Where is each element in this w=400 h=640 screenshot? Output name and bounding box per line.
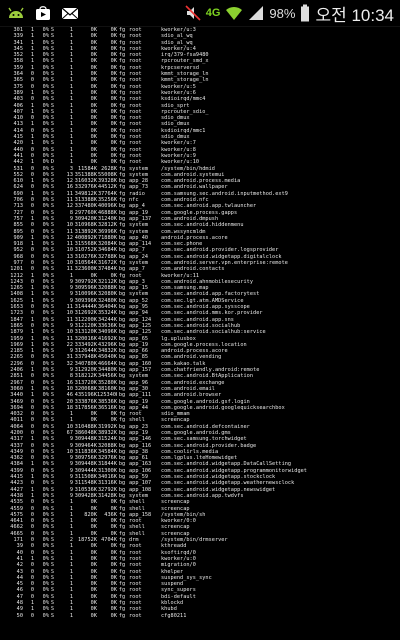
status-bar: 4G 98% 오전 10:34 <box>0 0 400 27</box>
process-pid: 50 <box>16 612 23 619</box>
process-row: 50 0 0% S 1 0K 0K fg root cfg80211 <box>2 613 398 619</box>
process-uid: root <box>129 612 142 619</box>
android-debug-icon <box>6 5 26 21</box>
nav-bar <box>0 620 400 640</box>
email-icon <box>60 5 80 21</box>
notification-icons <box>0 5 80 21</box>
signal-icon <box>248 5 264 21</box>
process-thr: 1 <box>69 612 73 619</box>
process-list[interactable]: 301 1 0% S 1 0K 0K fg root kworker/u:3 339 1 0% S 1 0K 0… <box>2 27 398 620</box>
system-status: 4G 98% 오전 10:34 <box>185 1 400 26</box>
process-s: S <box>50 612 55 619</box>
process-cpu: 0% <box>42 612 49 619</box>
process-vss: 0K <box>90 612 97 619</box>
network-type-label: 4G <box>205 6 221 19</box>
process-pcy: fg <box>118 612 126 619</box>
process-pr: 0 <box>30 612 34 619</box>
process-rss: 0K <box>110 612 117 619</box>
mute-icon <box>185 5 201 21</box>
clock: 오전 10:34 <box>315 5 394 25</box>
play-store-icon <box>34 5 52 21</box>
wifi-icon <box>225 5 243 21</box>
battery-percent: 98% <box>269 5 296 21</box>
battery-icon <box>300 4 310 22</box>
process-name: cfg80211 <box>161 612 187 619</box>
